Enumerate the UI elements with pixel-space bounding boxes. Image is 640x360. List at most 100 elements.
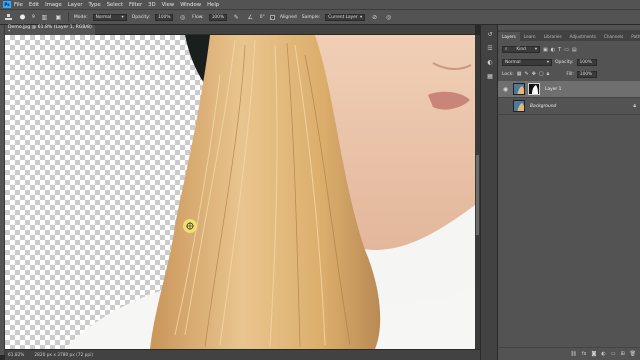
kind-filter-select[interactable]: ⌕ Kind ▾ [502,46,540,53]
link-layers-icon[interactable]: ⛓ [570,351,576,357]
styles-icon[interactable]: ▦ [484,71,496,81]
sample-select[interactable]: Current Layer ▾ [325,13,366,21]
visibility-eye-icon[interactable] [501,102,510,111]
document-dimensions: 2820 px x 3780 px (72 ppi) [34,352,94,358]
chevron-down-icon: ▾ [359,14,363,20]
options-bar: 9 ▥ ▣ Mode: Normal ▾ Opacity: 100% ◎ Flow… [0,9,640,25]
properties-icon[interactable]: ☰ [484,43,496,53]
document-title: Demo.jpg @ 61.8% (Layer 1, RGB/8) * [8,25,92,35]
aligned-checkbox[interactable]: ✓ [269,14,275,20]
layer-opacity-value: 100% [579,59,592,65]
menu-select[interactable]: Select [107,2,123,8]
menu-view[interactable]: View [162,2,175,8]
status-bar: 61.82% 2820 px x 3780 px (72 ppi) [5,349,480,360]
menu-layer[interactable]: Layer [68,2,83,8]
menu-file[interactable]: File [14,2,23,8]
pressure-opacity-icon[interactable]: ◎ [178,13,187,22]
tab-layers[interactable]: Layers [498,32,520,41]
trash-icon[interactable]: 🗑︎ [630,351,636,357]
filter-pixel-icon[interactable]: ▣ [543,47,548,53]
tab-learn[interactable]: Learn [520,32,540,41]
layer-opacity-label: Opacity: [555,59,574,65]
ignore-adjustment-layers-icon[interactable]: ⊘ [370,13,379,22]
opacity-input[interactable]: 100% [155,13,174,21]
layer-row-background[interactable]: Background 🔒︎ [498,98,640,115]
fill-value: 100% [579,71,593,77]
visibility-eye-icon[interactable]: ◉ [501,85,510,94]
blend-row: Normal ▾ Opacity: 100% [498,57,640,67]
clone-stamp-tool-icon[interactable] [4,13,13,22]
lock-all-icon[interactable]: 🔒︎ [547,71,550,77]
menu-filter[interactable]: Filter [129,2,142,8]
blend-mode-select[interactable]: Normal ▾ [502,58,552,66]
add-mask-icon[interactable]: ◙ [591,351,596,357]
tab-channels[interactable]: Channels [600,32,627,41]
lock-image-icon[interactable]: ✎ [525,71,529,77]
document-tab-bar: Demo.jpg @ 61.8% (Layer 1, RGB/8) * [5,25,475,35]
filter-row: ⌕ Kind ▾ ▣ ◐ T ▭ ▤ [498,44,640,55]
brush-settings-icon[interactable]: ▥ [40,13,49,22]
layer-thumbnail [513,83,525,95]
layers-panel: Layers Learn Libraries Adjustments Chann… [498,25,640,360]
lock-label: Lock: [502,71,514,77]
lock-position-icon[interactable]: ✥ [532,71,536,77]
menu-help[interactable]: Help [207,2,219,8]
photo-layer [65,35,475,349]
angle-value[interactable]: 0° [260,15,265,20]
layers-panel-footer: ⛓ fx ◙ ◐ ▭ ⊞ 🗑︎ [498,347,640,360]
fx-icon[interactable]: fx [582,351,587,357]
filter-type-icon[interactable]: T [558,47,561,53]
tab-paths[interactable]: Paths [627,32,640,41]
lock-icon: 🔒︎ [633,103,636,109]
collapsed-panels-strip: ↺ ☰ ◐ ▦ [480,25,498,360]
layer-name[interactable]: Background [530,104,556,109]
lock-transparent-icon[interactable]: ▦ [517,71,522,77]
flow-label: Flow: [192,14,204,20]
brush-size-value: 9 [32,14,35,20]
scrollbar-thumb[interactable] [476,155,479,235]
aligned-label: Aligned [279,14,297,20]
opacity-label: Opacity: [131,14,151,20]
zoom-level[interactable]: 61.82% [8,353,24,358]
filter-adjustment-icon[interactable]: ◐ [551,47,555,53]
tab-libraries[interactable]: Libraries [540,32,566,41]
fill-label: Fill: [566,71,574,77]
mode-select[interactable]: Normal ▾ [92,13,127,21]
separator [67,12,69,22]
layer-mask-thumbnail[interactable] [528,83,540,95]
flow-input[interactable]: 100% [208,13,227,21]
layer-row-layer-1[interactable]: ◉ Layer 1 [498,81,640,98]
menu-type[interactable]: Type [89,2,101,8]
brush-preset-picker[interactable] [18,13,27,22]
menu-image[interactable]: Image [45,2,62,8]
filter-smart-object-icon[interactable]: ▤ [572,47,577,53]
panel-tabs: Layers Learn Libraries Adjustments Chann… [498,30,640,41]
menu-window[interactable]: Window [180,2,201,8]
search-icon: ⌕ [505,47,508,52]
chevron-down-icon: ▾ [121,14,124,20]
new-layer-icon[interactable]: ⊞ [620,351,624,357]
new-group-icon[interactable]: ▭ [611,351,616,357]
pressure-size-icon[interactable]: ◎ [384,13,393,22]
lock-artboard-icon[interactable]: ▢ [539,71,544,77]
document-tab[interactable]: Demo.jpg @ 61.8% (Layer 1, RGB/8) * [5,25,95,35]
layer-name[interactable]: Layer 1 [545,87,561,92]
adjustment-layer-icon[interactable]: ◐ [601,351,605,357]
clone-source-icon[interactable]: ▣ [54,13,63,22]
tab-adjustments[interactable]: Adjustments [566,32,600,41]
opacity-value: 100% [158,14,171,20]
fill-input[interactable]: 100% [576,70,597,78]
adjust-icon[interactable]: ◐ [484,57,496,67]
angle-icon: ∠ [247,13,253,21]
kind-label: Kind [516,47,526,52]
blend-mode-value: Normal [505,59,521,65]
airbrush-icon[interactable]: ✎ [232,13,241,22]
history-icon[interactable]: ↺ [484,29,496,39]
filter-shape-icon[interactable]: ▭ [564,47,569,53]
menu-3d[interactable]: 3D [148,2,155,8]
document-canvas[interactable] [5,35,475,349]
lock-row: Lock: ▦ ✎ ✥ ▢ 🔒︎ Fill: 100% [498,69,640,79]
menu-edit[interactable]: Edit [29,2,39,8]
photoshop-logo[interactable]: Ps [3,1,11,8]
layer-opacity-input[interactable]: 100% [576,58,597,66]
